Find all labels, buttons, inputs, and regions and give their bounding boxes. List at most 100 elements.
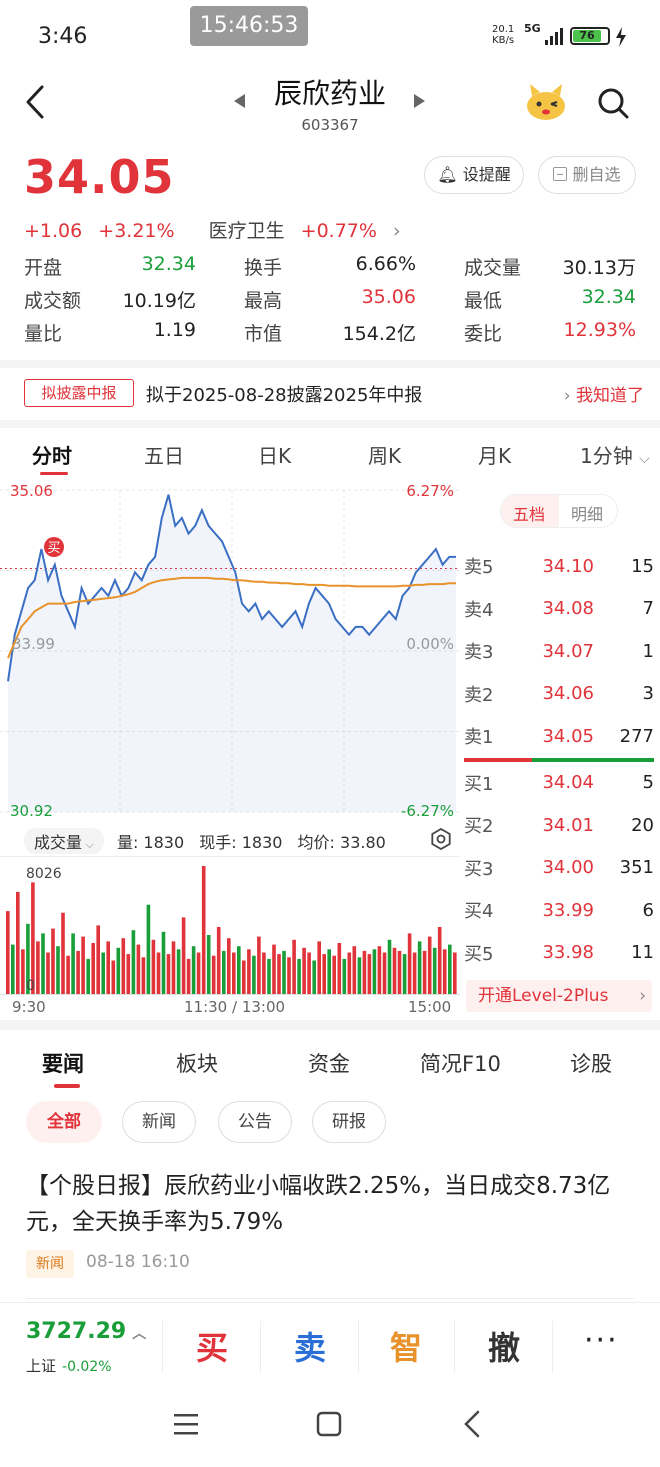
back-nav-icon[interactable] [464, 1410, 480, 1438]
tab-funds[interactable]: 资金 [308, 1048, 350, 1078]
smart-button[interactable]: 智 [390, 1323, 422, 1369]
stat-label: 成交额 [24, 290, 82, 312]
time-label-close: 15:00 [408, 998, 452, 1016]
tab-five-level[interactable]: 五档 [513, 501, 545, 525]
volume-bar [448, 944, 452, 994]
stat-cell: 市值 154.2亿 [244, 319, 416, 346]
tab-sector[interactable]: 板块 [176, 1048, 218, 1078]
stats-row: 开盘 32.34 换手 6.66% 成交量 30.13万 [24, 250, 644, 283]
trade-bar: 3727.29 ︿ 上证 -0.02% 买 卖 智 撤 ··· [0, 1302, 660, 1390]
tab-monthly-k[interactable]: 月K [478, 440, 511, 469]
volume-bar [141, 957, 146, 994]
bid-row[interactable]: 买1 34.04 5 [464, 762, 654, 805]
stat-label: 最低 [464, 290, 503, 312]
set-alert-label: 设提醒 [462, 165, 511, 184]
sector-link[interactable]: 医疗卫生 +0.77% › [209, 220, 411, 242]
set-alert-button[interactable]: 🔔︎ 设提醒 [424, 156, 524, 194]
bid-row[interactable]: 买2 34.01 20 [464, 804, 654, 847]
volume-bar [257, 936, 261, 994]
order-side-label: 买2 [464, 816, 494, 838]
filter-news[interactable]: 新闻 [122, 1101, 196, 1143]
tab-detail[interactable]: 明细 [571, 501, 603, 525]
stat-cell: 换手 6.66% [244, 253, 416, 280]
more-button[interactable]: ··· [584, 1323, 619, 1358]
order-side-label: 卖2 [464, 684, 494, 706]
filter-announcement[interactable]: 公告 [218, 1101, 292, 1143]
next-stock-icon[interactable] [414, 94, 425, 108]
dismiss-link[interactable]: › 我知道了 [564, 381, 644, 406]
cancel-order-button[interactable]: 撤 [488, 1323, 520, 1369]
ask-row[interactable]: 卖5 34.10 15 [464, 545, 654, 588]
volume-bar [437, 927, 442, 994]
stat-label: 委比 [464, 323, 503, 345]
volume-bar [362, 950, 367, 994]
system-nav-bar [174, 1410, 480, 1438]
ask-row[interactable]: 卖3 34.07 1 [464, 630, 654, 673]
volume-chart[interactable]: 8026 0 [0, 856, 460, 1000]
ask-row[interactable]: 卖4 34.08 7 [464, 588, 654, 631]
indicator-selector[interactable]: 成交量 ⌵ [24, 828, 104, 854]
network-speed: 20.1 KB/s [492, 24, 514, 46]
order-volume: 6 [642, 899, 654, 921]
order-price: 34.01 [542, 814, 594, 836]
level2-upgrade-button[interactable]: 开通Level-2Plus › [466, 980, 652, 1012]
ask-row[interactable]: 卖2 34.06 3 [464, 673, 654, 716]
menu-icon[interactable] [174, 1414, 198, 1435]
mascot-icon[interactable] [524, 82, 568, 122]
price-change-pct: +3.21% [98, 220, 175, 242]
bid-row[interactable]: 买5 33.98 11 [464, 932, 654, 975]
volume-bar [176, 949, 181, 994]
remove-watchlist-button[interactable]: 删自选 [538, 156, 636, 194]
disclosure-banner[interactable]: 拟披露中报 拟于2025-08-28披露2025年中报 › 我知道了 [0, 368, 660, 420]
volume-bar [227, 938, 231, 994]
tab-daily-k[interactable]: 日K [258, 440, 291, 469]
news-headline[interactable]: 【个股日报】辰欣药业小幅收跌2.25%，当日成交8.73亿元，全天换手率为5.7… [26, 1168, 626, 1240]
disclosure-text: 拟于2025-08-28披露2025年中报 [146, 385, 423, 406]
current-hand-value: 现手: 1830 [199, 833, 283, 852]
stats-row: 量比 1.19 市值 154.2亿 委比 12.93% [24, 316, 644, 349]
intraday-chart[interactable]: 35.06 30.92 33.99 6.27% -6.27% 0.00% 买 [0, 476, 460, 826]
buy-button[interactable]: 买 [196, 1323, 228, 1369]
stat-label: 成交量 [464, 257, 522, 279]
volume-bar [126, 954, 131, 994]
tab-weekly-k[interactable]: 周K [368, 440, 401, 469]
volume-bar [372, 949, 377, 994]
divider [26, 1298, 634, 1299]
volume-bar [222, 950, 226, 994]
buy-marker[interactable]: 买 [44, 537, 64, 557]
tab-diagnosis[interactable]: 诊股 [570, 1048, 612, 1078]
volume-bar [347, 952, 352, 994]
stat-value: 30.13万 [562, 257, 636, 279]
tab-news-main[interactable]: 要闻 [42, 1048, 84, 1078]
order-price: 34.05 [542, 725, 594, 747]
volume-bar [352, 946, 357, 994]
tab-intraday[interactable]: 分时 [32, 440, 72, 469]
index-value-number: 3727.29 [26, 1319, 127, 1344]
sell-button[interactable]: 卖 [294, 1323, 326, 1369]
bid-row[interactable]: 买3 34.00 351 [464, 847, 654, 890]
charging-icon [616, 27, 626, 47]
stat-cell: 最低 32.34 [464, 286, 636, 313]
filter-all[interactable]: 全部 [26, 1101, 102, 1143]
tab-one-minute[interactable]: 1分钟 ⌵ [580, 440, 650, 469]
bid-row[interactable]: 买4 33.99 6 [464, 889, 654, 932]
settings-icon[interactable] [430, 828, 452, 850]
order-volume: 15 [631, 555, 654, 577]
tab-five-day[interactable]: 五日 [144, 440, 184, 469]
stat-value: 35.06 [361, 286, 416, 308]
index-value[interactable]: 3727.29 ︿ [26, 1319, 146, 1344]
home-icon[interactable] [316, 1411, 342, 1437]
indicator-selector-label: 成交量 [34, 833, 83, 852]
sector-name: 医疗卫生 [208, 220, 285, 242]
filter-research[interactable]: 研报 [312, 1101, 386, 1143]
volume-bar [81, 936, 85, 994]
order-side-label: 买5 [464, 943, 494, 965]
back-icon[interactable] [20, 84, 50, 120]
stat-label: 最高 [244, 290, 283, 312]
volume-bar [237, 946, 241, 994]
search-icon[interactable] [596, 86, 630, 120]
tab-f10[interactable]: 简况F10 [420, 1048, 501, 1078]
ask-row[interactable]: 卖1 34.05 277 [464, 715, 654, 758]
volume-header: 成交量 ⌵ 量: 1830 现手: 1830 均价: 33.80 [24, 828, 460, 854]
volume-bar [442, 949, 447, 994]
